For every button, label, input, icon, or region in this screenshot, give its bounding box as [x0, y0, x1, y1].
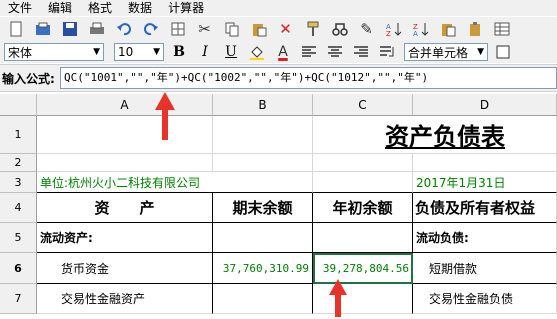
- cell-c5[interactable]: [313, 223, 413, 253]
- font-size-value: 10: [118, 45, 134, 59]
- cell-d2[interactable]: [413, 154, 557, 172]
- open-file-icon[interactable]: [31, 18, 54, 40]
- svg-text:A: A: [413, 30, 418, 37]
- cut-icon[interactable]: ✂: [193, 18, 216, 40]
- chevron-down-icon: ▼: [477, 47, 484, 57]
- format-toolbar: 宋体 ▼ 10 ▼ B I U A 合并单元格 ▼: [0, 41, 557, 63]
- column-header-d[interactable]: D: [413, 94, 557, 116]
- cell-unit[interactable]: 单位:杭州火小二科技有限公司: [37, 172, 313, 193]
- font-name-value: 宋体: [8, 45, 33, 60]
- font-size-select[interactable]: 10 ▼: [114, 43, 164, 61]
- menu-calculator[interactable]: 计算器: [160, 0, 212, 16]
- row-header-4[interactable]: 4: [0, 193, 37, 223]
- find-icon[interactable]: [328, 18, 351, 40]
- grid-select-icon[interactable]: [166, 18, 189, 40]
- column-header-a[interactable]: A: [37, 94, 213, 116]
- clipboard-icon[interactable]: [463, 18, 486, 40]
- column-header-b[interactable]: B: [213, 94, 313, 116]
- cell-trading-liab[interactable]: 交易性金融负债: [413, 284, 557, 314]
- formula-bar: 输入公式: QC("1001","","年")+QC("1002","","年"…: [0, 64, 557, 92]
- menu-data[interactable]: 数据: [120, 0, 160, 16]
- paste-icon[interactable]: [247, 18, 270, 40]
- paste-special-icon[interactable]: [436, 18, 459, 40]
- cell-b1[interactable]: [213, 116, 313, 154]
- chevron-down-icon: ▼: [153, 47, 160, 57]
- cell-a2[interactable]: [37, 154, 213, 172]
- cell-current-assets[interactable]: 流动资产:: [37, 223, 213, 253]
- print-icon[interactable]: [85, 18, 108, 40]
- merge-cells-select[interactable]: 合并单元格 ▼: [404, 43, 488, 61]
- formula-input[interactable]: QC("1001","","年")+QC("1002","","年")+QC("…: [60, 67, 557, 89]
- fill-color-icon[interactable]: [246, 42, 268, 62]
- annotation-arrow-up-icon: [155, 92, 175, 140]
- merge-cells-value: 合并单元格: [408, 45, 469, 60]
- italic-button[interactable]: I: [194, 42, 216, 62]
- copy-icon[interactable]: [220, 18, 243, 40]
- formula-label: 输入公式:: [2, 71, 55, 86]
- cell-title[interactable]: 资产负债表: [313, 116, 557, 154]
- edit-pencil-icon[interactable]: ✎: [355, 18, 378, 40]
- cell-b2[interactable]: [213, 154, 313, 172]
- spreadsheet-grid: A B C D 1 2 3 4 5 6 7 资产负债表 单位:杭州火小二科技有限…: [0, 94, 557, 319]
- grid-corner[interactable]: [0, 94, 37, 116]
- undo-icon[interactable]: [112, 18, 135, 40]
- row-header-7[interactable]: 7: [0, 284, 37, 314]
- cell-date[interactable]: 2017年1月31日: [413, 172, 557, 193]
- row-header-5[interactable]: 5: [0, 223, 37, 253]
- annotation-arrow-up-icon: [329, 279, 347, 317]
- sort-ascending-icon[interactable]: AZ: [382, 18, 405, 40]
- font-name-select[interactable]: 宋体 ▼: [4, 43, 104, 61]
- cell-header-begin-balance[interactable]: 年初余额: [313, 193, 413, 223]
- cell-header-asset[interactable]: 资 产: [37, 193, 213, 223]
- cell-header-end-balance[interactable]: 期末余额: [213, 193, 313, 223]
- cell-c2[interactable]: [313, 154, 413, 172]
- new-file-icon[interactable]: [4, 18, 27, 40]
- save-icon[interactable]: [58, 18, 81, 40]
- menu-edit[interactable]: 编辑: [40, 0, 80, 16]
- format-painter-icon[interactable]: [301, 18, 324, 40]
- menu-file[interactable]: 文件: [0, 0, 40, 16]
- cell-current-liabilities[interactable]: 流动负债:: [413, 223, 557, 253]
- cell-b5[interactable]: [213, 223, 313, 253]
- wrap-text-icon[interactable]: [376, 42, 398, 62]
- borders-icon[interactable]: [492, 42, 514, 62]
- align-right-icon[interactable]: [350, 42, 372, 62]
- svg-text:Z: Z: [386, 30, 391, 37]
- delete-icon[interactable]: ✕: [274, 18, 297, 40]
- cell-trading-asset[interactable]: 交易性金融资产: [37, 284, 213, 314]
- cell-header-liabilities[interactable]: 负债及所有者权益: [413, 193, 557, 223]
- standard-toolbar: ✂ ✕ ✎ AZ ZA: [0, 17, 557, 41]
- cell-a1[interactable]: [37, 116, 213, 154]
- underline-button[interactable]: U: [220, 42, 242, 62]
- cell-cash-end[interactable]: 37,760,310.99: [213, 253, 313, 284]
- column-header-c[interactable]: C: [313, 94, 413, 116]
- menu-format[interactable]: 格式: [80, 0, 120, 16]
- table-icon[interactable]: [490, 18, 513, 40]
- row-header-6[interactable]: 6: [0, 253, 37, 284]
- menu-bar: 文件 编辑 格式 数据 计算器: [0, 0, 557, 16]
- font-color-button[interactable]: A: [272, 42, 294, 62]
- sort-descending-icon[interactable]: ZA: [409, 18, 432, 40]
- row-header-1[interactable]: 1: [0, 116, 37, 154]
- cell-c3[interactable]: [313, 172, 413, 193]
- row-header-2[interactable]: 2: [0, 154, 37, 172]
- bold-button[interactable]: B: [168, 42, 190, 62]
- sheet-title: 资产负债表: [385, 122, 505, 151]
- row-header-3[interactable]: 3: [0, 172, 37, 193]
- cell-b7[interactable]: [213, 284, 313, 314]
- align-center-icon[interactable]: [324, 42, 346, 62]
- chevron-down-icon: ▼: [93, 47, 100, 57]
- cell-cash[interactable]: 货币资金: [37, 253, 213, 284]
- redo-icon[interactable]: [139, 18, 162, 40]
- align-left-icon[interactable]: [298, 42, 320, 62]
- cell-short-loan[interactable]: 短期借款: [413, 253, 557, 284]
